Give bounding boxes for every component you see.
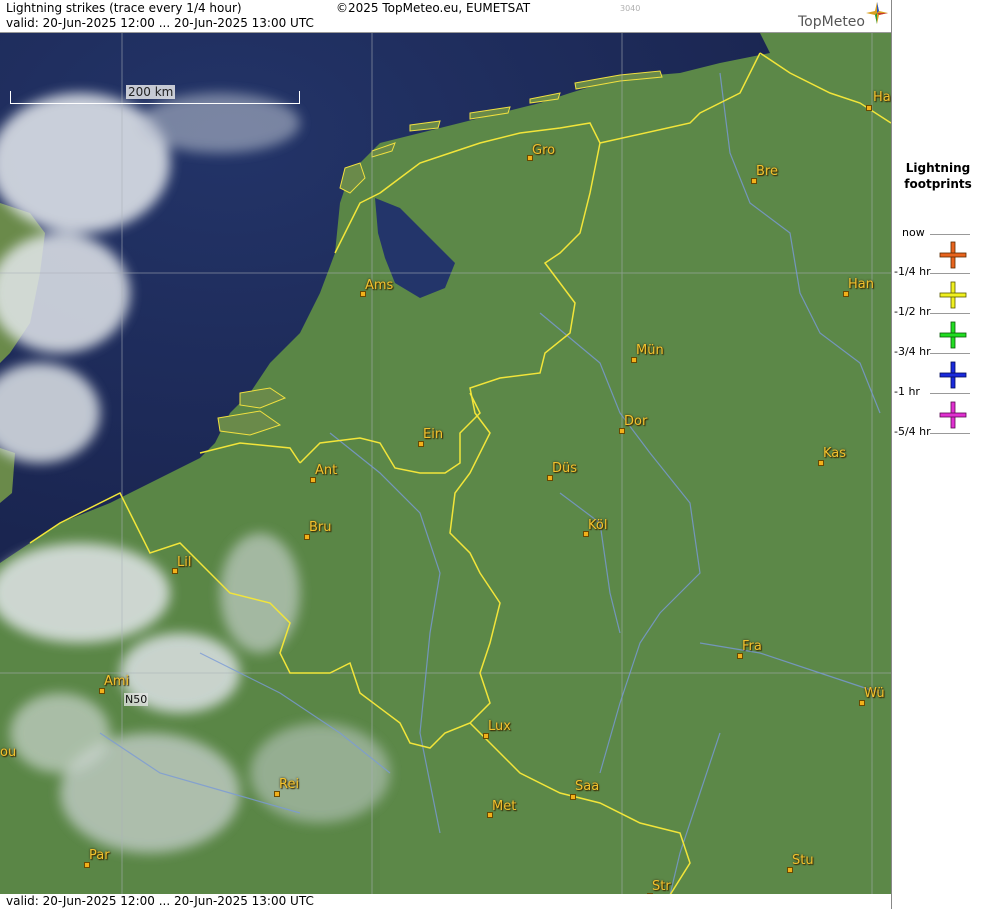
city-label: Ams xyxy=(365,278,394,293)
satellite-map[interactable]: 200 km N50 Gro Bre Ha Ams Han Mün Dor Ei… xyxy=(0,32,891,895)
city-label: Bre xyxy=(756,164,778,179)
footer-bar: valid: 20-Jun-2025 12:00 ... 20-Jun-2025… xyxy=(0,894,891,909)
city-label: Gro xyxy=(532,143,556,158)
magenta-cross-icon xyxy=(939,401,967,429)
city-label: Ha xyxy=(873,90,891,105)
city-label: Rei xyxy=(279,777,300,792)
legend-label-quarter: -1/4 hr xyxy=(894,265,931,278)
city-label: Stu xyxy=(792,853,814,868)
city-label: Fra xyxy=(742,639,762,654)
legend-label-now: now xyxy=(902,226,925,239)
legend-title-line1: Lightning xyxy=(905,161,971,175)
map-canvas xyxy=(0,33,891,895)
city-label: Köl xyxy=(588,518,608,533)
legend-title-line2: footprints xyxy=(904,177,972,191)
city-label: Par xyxy=(89,848,110,863)
city-label: Ein xyxy=(423,427,444,442)
green-cross-icon xyxy=(939,321,967,349)
header-bar: Lightning strikes (trace every 1/4 hour)… xyxy=(0,0,891,32)
brand-logo-text[interactable]: TopMeteo xyxy=(798,14,865,30)
scale-label: 200 km xyxy=(126,85,176,99)
city-label: Lux xyxy=(488,719,511,734)
city-label: Saa xyxy=(575,779,600,794)
city-label: Düs xyxy=(552,461,578,476)
city-label: Mün xyxy=(636,343,664,358)
map-title: Lightning strikes (trace every 1/4 hour) xyxy=(6,1,242,15)
lightning-legend: Lightning footprints now -1/4 hr -1/2 hr… xyxy=(891,0,983,909)
legend-title: Lightning footprints xyxy=(892,160,983,192)
city-marker xyxy=(570,794,576,800)
valid-time-footer: valid: 20-Jun-2025 12:00 ... 20-Jun-2025… xyxy=(6,894,314,908)
city-marker xyxy=(866,105,872,111)
product-code: 3040 xyxy=(620,4,641,13)
city-label: Ant xyxy=(315,463,338,478)
legend-label-five-quarter: -5/4 hr xyxy=(894,425,931,438)
city-label: Lil xyxy=(177,555,192,570)
copyright-text: ©2025 TopMeteo.eu, EUMETSAT xyxy=(336,1,531,15)
city-label: Met xyxy=(492,799,517,814)
city-label: Dor xyxy=(624,414,648,429)
city-label: Bru xyxy=(309,520,332,535)
city-label: Kas xyxy=(823,446,847,461)
compass-star-icon xyxy=(866,2,888,24)
legend-divider xyxy=(930,313,970,314)
yellow-cross-icon xyxy=(939,281,967,309)
legend-divider xyxy=(930,234,970,235)
city-label: Str xyxy=(652,879,671,894)
city-label: ou xyxy=(0,745,17,760)
legend-divider xyxy=(930,393,970,394)
valid-time-header: valid: 20-Jun-2025 12:00 ... 20-Jun-2025… xyxy=(6,16,314,30)
legend-divider xyxy=(930,353,970,354)
legend-label-one-hour: -1 hr xyxy=(894,385,920,398)
city-label: Ami xyxy=(104,674,130,689)
legend-divider xyxy=(930,433,970,434)
latitude-label: N50 xyxy=(124,693,149,706)
legend-divider xyxy=(930,273,970,274)
legend-label-three-quarter: -3/4 hr xyxy=(894,345,931,358)
blue-cross-icon xyxy=(939,361,967,389)
city-label: Han xyxy=(848,277,874,292)
city-label: Wü xyxy=(864,686,885,701)
legend-label-half: -1/2 hr xyxy=(894,305,931,318)
orange-cross-icon xyxy=(939,241,967,269)
